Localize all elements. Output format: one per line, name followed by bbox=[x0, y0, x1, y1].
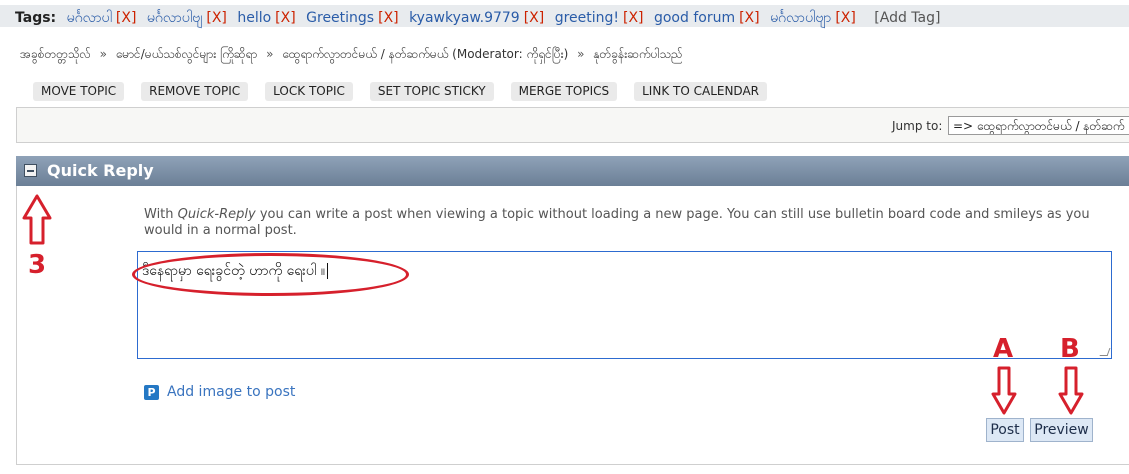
annotation-label-a: A bbox=[993, 334, 1014, 364]
down-arrow-b-annotation bbox=[1058, 366, 1084, 415]
down-arrow-a-annotation bbox=[991, 366, 1017, 415]
annotation-label-3: 3 bbox=[28, 250, 47, 280]
up-arrow-annotation bbox=[22, 194, 52, 245]
annotation-label-b: B bbox=[1060, 334, 1080, 364]
annotation-overlay bbox=[22, 194, 1084, 415]
